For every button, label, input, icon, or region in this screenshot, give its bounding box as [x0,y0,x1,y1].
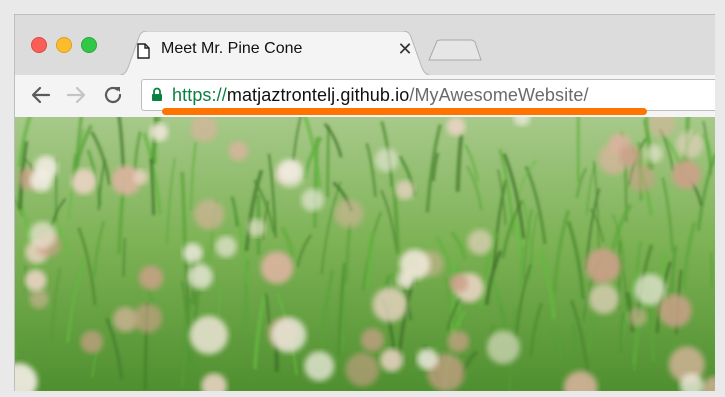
clover-blossom [619,144,641,167]
url-text[interactable]: https://matjaztrontelj.github.io/MyAweso… [172,85,589,106]
url-host: matjaztrontelj.github.io [226,85,410,105]
clover-blossom [627,164,656,192]
clover-blossom [467,229,493,255]
clover-blossom [194,199,225,230]
lock-icon [152,87,162,101]
clover-blossom [449,273,469,293]
clover-blossom [671,159,701,189]
clover-blossom [29,169,53,192]
clover-blossom [395,180,415,200]
clover-blossom [187,263,213,290]
page-content [15,117,715,391]
url-separator: :// [211,85,227,105]
clover-blossom [271,317,307,353]
clover-blossom [24,269,47,292]
clover-blossom [585,248,621,284]
clover-blossom [247,218,266,237]
clover-blossom [215,236,237,258]
document-icon [137,43,150,59]
arrow-left-icon[interactable] [29,83,53,107]
url-scheme: https [172,85,212,105]
clover-blossom [345,352,380,387]
url-path: /MyAwesomeWebsite/ [409,85,589,105]
browser-window: Meet Mr. Pine Cone ✕ https://matjaztront… [14,14,715,391]
clover-blossom [634,273,666,306]
clover-blossom [360,328,385,352]
clover-blossom [380,348,404,372]
clover-blossom [644,144,663,163]
clover-blossom [676,131,704,159]
arrow-right-icon[interactable] [64,83,88,107]
clover-blossom [446,117,466,136]
clover-blossom [275,159,305,188]
clover-blossom [138,265,164,290]
tab-strip: Meet Mr. Pine Cone ✕ [15,15,715,76]
clover-blossom [374,148,399,172]
tab-title: Meet Mr. Pine Cone [161,40,303,57]
clover-blossom [189,315,229,355]
clover-blossom [80,330,104,354]
clover-blossom [372,287,408,323]
clover-blossom [658,294,692,328]
tab-active[interactable]: Meet Mr. Pine Cone ✕ [115,31,435,76]
minimize-window-button[interactable] [56,37,72,53]
clover-field-photo [15,117,715,391]
clover-blossom [29,289,49,309]
clover-blossom [486,330,520,364]
tab-close-icon[interactable]: ✕ [395,39,415,59]
clover-blossom [628,307,648,327]
clover-blossom [71,168,97,195]
clover-blossom [228,141,249,161]
url-highlight-underline [162,108,647,115]
clover-blossom [29,221,57,249]
clover-blossom [334,199,364,228]
clover-blossom [399,249,431,280]
clover-blossom [133,169,149,185]
zoom-window-button[interactable] [81,37,97,53]
clover-blossom [182,243,203,264]
clover-blossom [301,188,324,212]
clover-blossom [304,351,335,382]
clover-blossom [133,303,163,333]
clover-blossom [588,283,620,314]
address-bar[interactable]: https://matjaztrontelj.github.io/MyAweso… [141,79,715,111]
clover-blossom [416,348,438,370]
clover-blossom [260,251,294,284]
new-tab-button[interactable] [423,39,483,61]
close-window-button[interactable] [31,37,47,53]
clover-blossom [447,330,470,353]
clover-blossom [149,122,169,142]
reload-icon[interactable] [101,83,125,107]
